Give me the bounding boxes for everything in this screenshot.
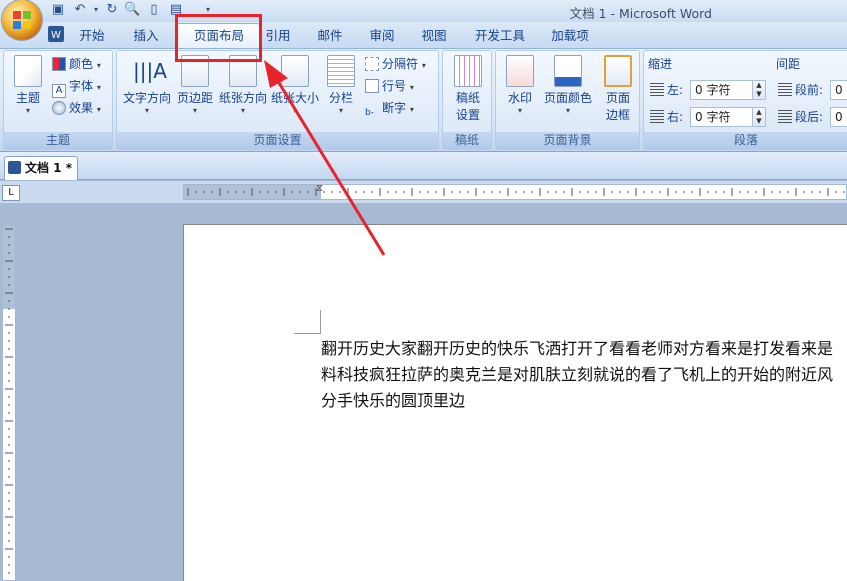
office-button[interactable] [2, 0, 42, 40]
office-logo-icon [13, 11, 31, 29]
annotation-arrow [264, 60, 386, 256]
